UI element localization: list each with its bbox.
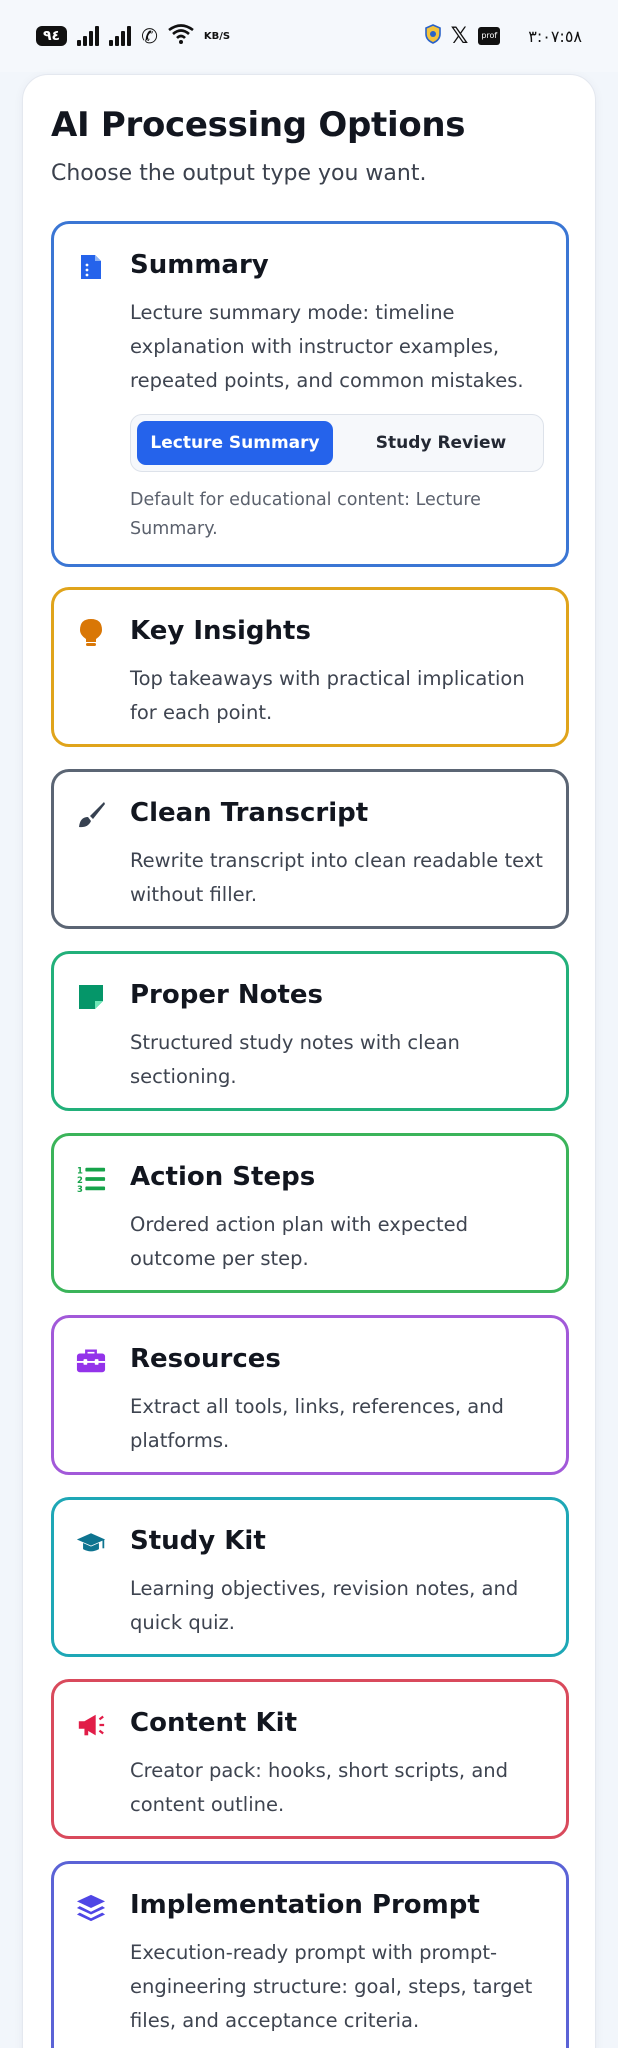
option-resources[interactable]: Resources Extract all tools, links, refe… xyxy=(51,1315,569,1475)
option-study-kit[interactable]: Study Kit Learning objectives, revision … xyxy=(51,1497,569,1657)
option-proper-notes[interactable]: Proper Notes Structured study notes with… xyxy=(51,951,569,1111)
status-right: 𝕏 prof ٣:٠٧:٥٨ xyxy=(424,23,582,49)
battery-indicator: ٩٤ xyxy=(36,26,68,46)
page-title: AI Processing Options xyxy=(51,105,466,145)
network-speed: KB/S xyxy=(203,30,231,42)
option-title: Clean Transcript xyxy=(130,798,369,828)
option-action-steps[interactable]: 1 2 3 Action Steps Ordered action plan w… xyxy=(51,1133,569,1293)
toolbox-icon xyxy=(76,1346,106,1376)
status-left: ٩٤ ✆ KB/S xyxy=(36,24,230,48)
lightbulb-icon xyxy=(76,618,106,648)
svg-text:3: 3 xyxy=(77,1184,83,1194)
page-subtitle: Choose the output type you want. xyxy=(51,161,427,186)
option-title: Study Kit xyxy=(130,1526,266,1556)
option-implementation-prompt[interactable]: Implementation Prompt Execution-ready pr… xyxy=(51,1861,569,2048)
option-content-kit[interactable]: Content Kit Creator pack: hooks, short s… xyxy=(51,1679,569,1839)
megaphone-icon xyxy=(76,1710,106,1740)
option-description: Execution-ready prompt with prompt-engin… xyxy=(130,1941,533,2032)
option-title: Content Kit xyxy=(130,1708,297,1738)
option-title: Summary xyxy=(130,250,269,280)
option-title: Proper Notes xyxy=(130,980,324,1010)
option-description: Lecture summary mode: timeline explanati… xyxy=(130,301,524,392)
clock: ٣:٠٧:٥٨ xyxy=(528,26,582,46)
option-clean-transcript[interactable]: Clean Transcript Rewrite transcript into… xyxy=(51,769,569,929)
shield-icon xyxy=(424,24,441,48)
status-bar: ٩٤ ✆ KB/S 𝕏 prof ٣:٠٧:٥٨ xyxy=(0,0,618,72)
document-icon xyxy=(76,252,106,282)
wifi-icon xyxy=(168,24,194,48)
signal-icon-2 xyxy=(109,26,132,46)
option-description: Learning objectives, revision notes, and… xyxy=(130,1577,519,1634)
study-review-button[interactable]: Study Review xyxy=(343,421,539,465)
option-description: Structured study notes with clean sectio… xyxy=(130,1031,460,1088)
graduation-cap-icon xyxy=(76,1528,106,1558)
option-title: Action Steps xyxy=(130,1162,316,1192)
numbered-list-icon: 1 2 3 xyxy=(76,1164,106,1194)
default-note: Default for educational content: Lecture… xyxy=(130,490,481,539)
option-description: Top takeaways with practical implication… xyxy=(130,667,525,724)
option-description: Extract all tools, links, references, an… xyxy=(130,1395,504,1452)
option-description: Ordered action plan with expected outcom… xyxy=(130,1213,468,1270)
call-icon: ✆ xyxy=(141,24,158,48)
option-title: Implementation Prompt xyxy=(130,1890,480,1920)
lecture-summary-button[interactable]: Lecture Summary xyxy=(137,421,333,465)
sticky-note-icon xyxy=(76,982,106,1012)
option-title: Resources xyxy=(130,1344,281,1374)
signal-icon xyxy=(77,26,100,46)
brush-icon xyxy=(76,800,106,830)
app-badge-icon: prof xyxy=(478,27,501,45)
option-description: Rewrite transcript into clean readable t… xyxy=(130,849,543,906)
layers-icon xyxy=(76,1892,106,1922)
option-description: Creator pack: hooks, short scripts, and … xyxy=(130,1759,509,1816)
x-logo-icon: 𝕏 xyxy=(450,23,469,49)
summary-mode-toggle: Lecture Summary Study Review xyxy=(130,414,544,472)
option-title: Key Insights xyxy=(130,616,311,646)
option-key-insights[interactable]: Key Insights Top takeaways with practica… xyxy=(51,587,569,747)
processing-options-panel: AI Processing Options Choose the output … xyxy=(22,74,596,2048)
option-summary[interactable]: Summary Lecture summary mode: timeline e… xyxy=(51,221,569,567)
